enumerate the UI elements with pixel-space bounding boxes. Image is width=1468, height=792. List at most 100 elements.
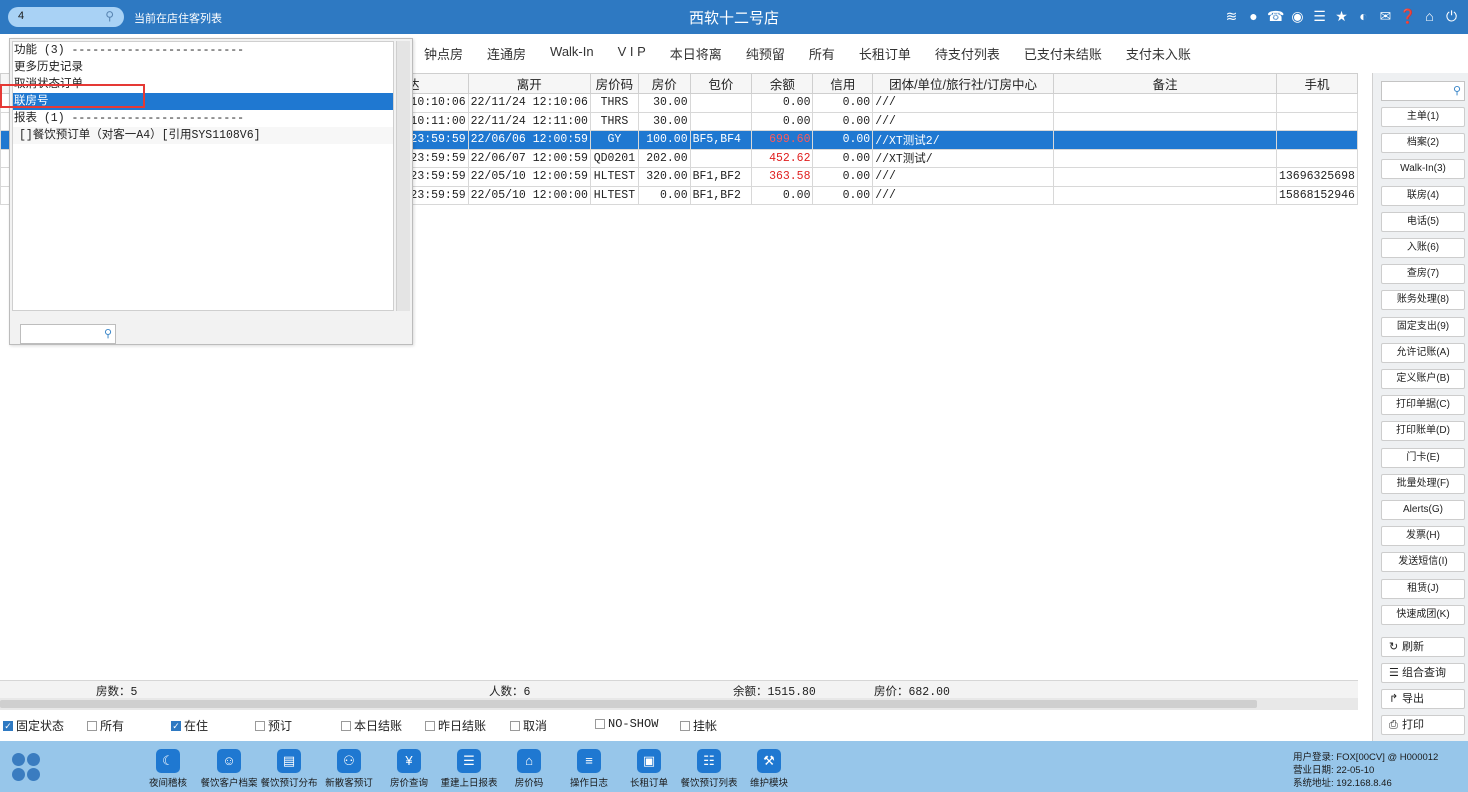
cell-balance[interactable]: 699.60	[751, 130, 814, 150]
action-button[interactable]: 发票(H)	[1381, 526, 1465, 547]
printer-button[interactable]: ⎙ 打印	[1381, 715, 1465, 735]
action-button[interactable]: 批量处理(F)	[1381, 473, 1465, 494]
action-button[interactable]: 电话(5)	[1381, 211, 1465, 232]
cell-phone[interactable]	[1275, 111, 1359, 131]
tab-pending-payment[interactable]: 待支付列表	[923, 40, 1012, 68]
bottom-module-button[interactable]: ☾ 夜间稽核	[138, 749, 198, 789]
cell-remark[interactable]	[1052, 93, 1277, 113]
cell-balance[interactable]: 0.00	[751, 93, 814, 113]
cell-group[interactable]: ///	[872, 111, 1054, 131]
cell-remark[interactable]	[1052, 111, 1277, 131]
cell-credit[interactable]: 0.00	[812, 185, 874, 205]
cell-package[interactable]: BF1,BF2	[689, 185, 753, 205]
cell-credit[interactable]: 0.00	[812, 111, 874, 131]
popup-menu-item[interactable]: 联房号	[13, 93, 393, 110]
checkbox-unchecked-icon[interactable]	[680, 720, 690, 731]
help-icon[interactable]: ❓	[1399, 8, 1416, 25]
action-button[interactable]: 允许记账(A)	[1381, 342, 1465, 363]
cell-balance[interactable]: 363.58	[751, 167, 814, 187]
action-button[interactable]: 档案(2)	[1381, 133, 1465, 154]
cell-rate-code[interactable]: THRS	[589, 93, 639, 113]
cell-credit[interactable]: 0.00	[812, 93, 874, 113]
mail-icon[interactable]: ✉	[1377, 8, 1394, 25]
popup-search-input[interactable]: ⚲	[20, 324, 116, 344]
search-icon[interactable]: ⚲	[104, 327, 112, 340]
bottom-module-button[interactable]: ☰ 重建上日报表	[439, 749, 499, 789]
cell-phone[interactable]	[1275, 130, 1359, 150]
checkbox-unchecked-icon[interactable]	[425, 720, 435, 731]
bottom-module-button[interactable]: ☺ 餐饮客户档案	[199, 749, 259, 789]
home-icon[interactable]: ⌂	[1421, 8, 1438, 25]
cell-group[interactable]: //XT测试2/	[872, 130, 1054, 150]
filter-checkbox[interactable]: 预订	[255, 717, 292, 734]
tab-paid-unsettled[interactable]: 已支付未结账	[1012, 40, 1114, 68]
popup-menu-item[interactable]: []餐饮预订单（对客一A4）[引用SYS1108V6]	[13, 127, 393, 144]
col-rate[interactable]: 房价	[637, 73, 691, 94]
bottom-module-button[interactable]: ▣ 长租订单	[619, 749, 679, 789]
cell-rate-code[interactable]: THRS	[589, 111, 639, 131]
chat-icon[interactable]: ●	[1245, 8, 1262, 25]
cell-remark[interactable]	[1052, 185, 1277, 205]
popup-menu-item[interactable]: 更多历史记录	[13, 59, 393, 76]
refresh-button[interactable]: ↻ 刷新	[1381, 637, 1465, 657]
checkbox-unchecked-icon[interactable]	[87, 720, 97, 731]
cell-package[interactable]	[689, 111, 753, 131]
cell-depart[interactable]: 22/11/24 12:10:06	[467, 93, 591, 113]
col-depart[interactable]: 离开	[467, 73, 591, 94]
checkbox-unchecked-icon[interactable]	[595, 719, 605, 729]
cell-balance[interactable]: 452.62	[751, 148, 814, 168]
cell-balance[interactable]: 0.00	[751, 185, 814, 205]
cell-rate-code[interactable]: HLTEST	[589, 167, 639, 187]
cell-remark[interactable]	[1052, 167, 1277, 187]
checkbox-checked-icon[interactable]: ✓	[171, 720, 181, 731]
horizontal-scrollbar[interactable]	[0, 698, 1358, 710]
action-button[interactable]: 定义账户(B)	[1381, 369, 1465, 389]
filter-checkbox[interactable]: 昨日结账	[425, 717, 486, 734]
cell-package[interactable]	[689, 93, 753, 113]
cell-depart[interactable]: 22/11/24 12:11:00	[467, 111, 591, 131]
cell-rate[interactable]: 100.00	[637, 130, 691, 150]
checkbox-unchecked-icon[interactable]	[341, 720, 351, 731]
action-button[interactable]: Walk-In(3)	[1381, 159, 1465, 180]
checkbox-checked-icon[interactable]: ✓	[3, 720, 13, 731]
tab-all[interactable]: 所有	[797, 40, 847, 68]
phone-icon[interactable]: ☎	[1267, 8, 1284, 25]
menu-button[interactable]: ☰ 组合查询	[1381, 663, 1465, 683]
export-button[interactable]: ↱ 导出	[1381, 689, 1465, 709]
cell-phone[interactable]	[1275, 93, 1359, 113]
bottom-module-button[interactable]: ¥ 房价查询	[379, 749, 439, 789]
filter-checkbox[interactable]: ✓ 固定状态	[3, 717, 64, 734]
cell-depart[interactable]: 22/05/10 12:00:00	[467, 185, 591, 205]
popup-scrollbar[interactable]	[396, 41, 410, 311]
tab-long-stay[interactable]: 长租订单	[847, 40, 923, 68]
cell-rate-code[interactable]: HLTEST	[589, 185, 639, 205]
tab-vip[interactable]: V I P	[606, 40, 658, 68]
cell-group[interactable]: //XT测试/	[872, 148, 1054, 168]
filter-checkbox[interactable]: NO-SHOW	[595, 717, 658, 731]
col-remark[interactable]: 备注	[1052, 73, 1277, 94]
top-search-input[interactable]: 4 ⚲	[8, 7, 124, 27]
cell-rate[interactable]: 30.00	[637, 93, 691, 113]
wifi-icon[interactable]: ≋	[1223, 8, 1240, 25]
cell-rate-code[interactable]: GY	[589, 130, 639, 150]
cell-credit[interactable]: 0.00	[812, 130, 874, 150]
filter-checkbox[interactable]: 取消	[510, 717, 547, 734]
checkbox-unchecked-icon[interactable]	[510, 720, 520, 731]
search-icon[interactable]: ⚲	[105, 9, 114, 23]
search-icon[interactable]: ⚲	[1453, 84, 1461, 97]
bottom-module-button[interactable]: ☷ 餐饮预订列表	[679, 749, 739, 789]
action-button[interactable]: 联房(4)	[1381, 185, 1465, 206]
contrast-icon[interactable]: ◐	[1355, 8, 1372, 25]
tab-connected[interactable]: 连通房	[475, 40, 538, 68]
cell-rate[interactable]: 0.00	[637, 185, 691, 205]
bottom-module-button[interactable]: ▤ 餐饮预订分布	[259, 749, 319, 789]
cell-package[interactable]: BF1,BF2	[689, 167, 753, 187]
col-group[interactable]: 团体/单位/旅行社/订房中心	[872, 73, 1054, 94]
action-button[interactable]: Alerts(G)	[1381, 500, 1465, 520]
cell-balance[interactable]: 0.00	[751, 111, 814, 131]
action-button[interactable]: 固定支出(9)	[1381, 316, 1465, 337]
cell-depart[interactable]: 22/05/10 12:00:59	[467, 167, 591, 187]
cell-rate-code[interactable]: QD0201	[589, 148, 639, 168]
power-icon[interactable]: ⏻	[1443, 8, 1460, 25]
action-button[interactable]: 账务处理(8)	[1381, 290, 1465, 311]
